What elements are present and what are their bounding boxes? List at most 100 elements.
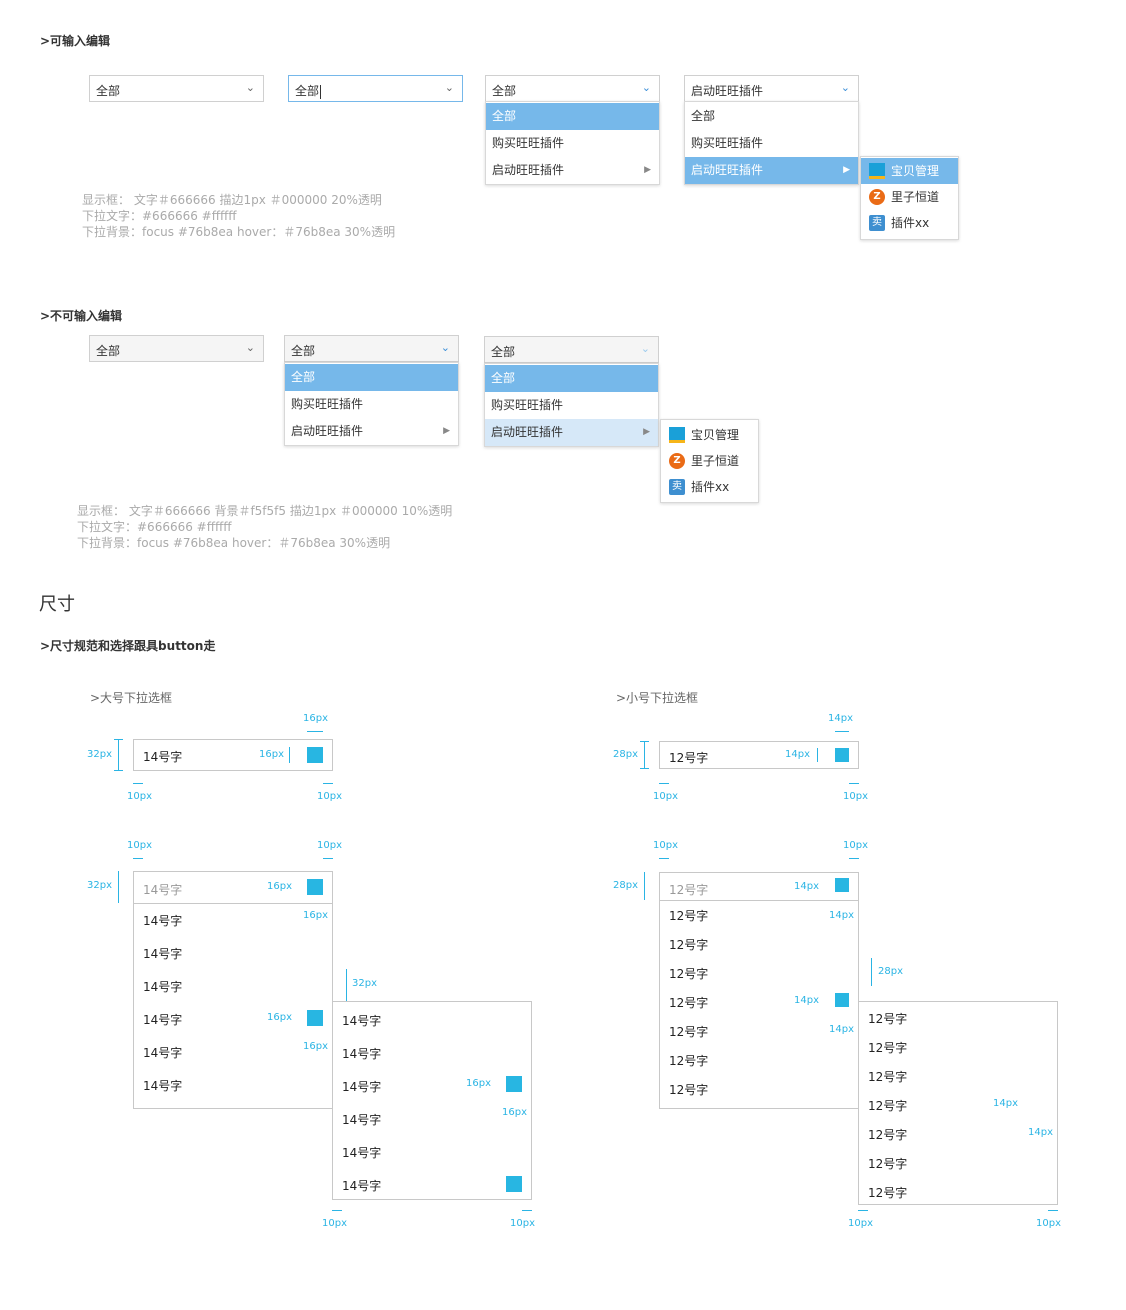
list-item: 12号字 bbox=[868, 1128, 908, 1142]
chevron-down-icon: ⌄ bbox=[440, 341, 450, 354]
submenu-item[interactable]: 卖插件xx bbox=[661, 474, 758, 500]
menu-item[interactable]: 购买旺旺插件 bbox=[285, 391, 458, 418]
menu-item[interactable]: 购买旺旺插件 bbox=[485, 392, 658, 419]
dim-padding-right: 10px bbox=[843, 840, 868, 851]
list-item: 12号字 bbox=[868, 1186, 908, 1200]
list-item: 14号字 bbox=[342, 1014, 382, 1028]
menu-item-submenu[interactable]: 启动旺旺插件 ▶ bbox=[685, 157, 858, 184]
small-dropdown-spec: 12号字 12号字 12号字 12号字 12号字 12号字 12号字 12号字 bbox=[659, 872, 859, 1109]
section-readonly-title: >不可输入编辑 bbox=[40, 309, 123, 323]
editable-select-open[interactable]: 全部 ⌄ bbox=[485, 75, 660, 102]
editable-spec: 显示框： 文字＃666666 描边1px ＃000000 20%透明 下拉文字：… bbox=[82, 192, 395, 240]
dim-line bbox=[289, 747, 290, 763]
dim-icon-height: 16px bbox=[259, 749, 284, 760]
dim-padding-left: 10px bbox=[127, 840, 152, 851]
menu-item-submenu[interactable]: 启动旺旺插件 ▶ bbox=[285, 418, 458, 445]
editable-select-default[interactable]: 全部 ⌄ bbox=[89, 75, 264, 102]
select-placeholder-text: 14号字 bbox=[143, 883, 183, 897]
dim-padding-right: 10px bbox=[317, 791, 342, 802]
menu-item[interactable]: 全部 bbox=[486, 103, 659, 130]
readonly-select-submenu-open[interactable]: 全部 ⌄ bbox=[484, 336, 659, 363]
dim-line bbox=[346, 969, 347, 1001]
list-item: 12号字 bbox=[868, 1070, 908, 1084]
list-item: 12号字 bbox=[868, 1157, 908, 1171]
list-item: 14号字 bbox=[342, 1047, 382, 1061]
caret-right-icon: ▶ bbox=[643, 427, 650, 437]
large-select-label: >大号下拉选框 bbox=[90, 691, 173, 705]
dim-line bbox=[323, 858, 333, 859]
size-section-subtitle: >尺寸规范和选择跟具button走 bbox=[40, 639, 216, 653]
list-item: 12号字 bbox=[669, 1083, 709, 1097]
dim-line bbox=[640, 768, 649, 769]
submenu-item[interactable]: 宝贝管理 bbox=[861, 158, 958, 184]
dim-padding-left: 10px bbox=[127, 791, 152, 802]
menu-item-submenu[interactable]: 启动旺旺插件 ▶ bbox=[485, 419, 658, 446]
dim-icon-width: 14px bbox=[828, 713, 853, 724]
dim-line bbox=[640, 741, 649, 742]
menu-item[interactable]: 全部 bbox=[285, 364, 458, 391]
menu-item[interactable]: 全部 bbox=[685, 103, 858, 130]
dropdown-icon-placeholder bbox=[307, 747, 323, 763]
dim-submenu-offset: 28px bbox=[878, 966, 903, 977]
submenu-icon-placeholder bbox=[506, 1176, 522, 1192]
list-item: 12号字 bbox=[669, 1025, 709, 1039]
select-value: 全部 bbox=[96, 84, 121, 98]
submenu-item[interactable]: 卖插件xx bbox=[861, 210, 958, 236]
chevron-down-icon: ⌄ bbox=[840, 81, 850, 94]
select-input[interactable]: 全部 bbox=[295, 82, 322, 99]
chevron-down-icon: ⌄ bbox=[640, 342, 650, 355]
readonly-submenu: 宝贝管理 Z 里子恒道 卖插件xx bbox=[660, 419, 759, 503]
editable-select-typing[interactable]: 全部 ⌄ bbox=[288, 75, 463, 102]
dim-icon-height: 14px bbox=[794, 995, 819, 1006]
dim-line bbox=[644, 872, 645, 900]
select-value: 启动旺旺插件 bbox=[691, 84, 764, 98]
list-item: 14号字 bbox=[143, 980, 183, 994]
dim-icon-width: 16px bbox=[303, 910, 328, 921]
dim-padding-right: 10px bbox=[510, 1218, 535, 1229]
dim-icon-width: 16px bbox=[303, 1041, 328, 1052]
divider bbox=[134, 903, 332, 904]
dropdown-icon-placeholder bbox=[835, 878, 849, 892]
list-item: 12号字 bbox=[669, 938, 709, 952]
dim-icon-width: 14px bbox=[829, 1024, 854, 1035]
section-editable-title: >可输入编辑 bbox=[40, 34, 111, 48]
select-text: 12号字 bbox=[669, 751, 709, 765]
large-dropdown-spec: 14号字 14号字 14号字 14号字 14号字 14号字 14号字 bbox=[133, 871, 333, 1109]
caret-right-icon: ▶ bbox=[644, 165, 651, 175]
dim-icon-height: 16px bbox=[466, 1078, 491, 1089]
spec-line: 显示框： 文字＃666666 描边1px ＃000000 20%透明 bbox=[82, 193, 382, 207]
submenu-item[interactable]: Z 里子恒道 bbox=[861, 184, 958, 210]
list-item: 12号字 bbox=[868, 1099, 908, 1113]
chevron-down-icon: ⌄ bbox=[245, 341, 255, 354]
dim-submenu-offset: 32px bbox=[352, 978, 377, 989]
list-item: 14号字 bbox=[143, 1046, 183, 1060]
select-value: 全部 bbox=[96, 344, 121, 358]
menu-item[interactable]: 全部 bbox=[485, 365, 658, 392]
list-item: 12号字 bbox=[669, 996, 709, 1010]
select-text: 14号字 bbox=[143, 750, 183, 764]
z-logo-icon: Z bbox=[869, 189, 885, 205]
dim-line bbox=[307, 731, 323, 732]
readonly-select-default[interactable]: 全部 ⌄ bbox=[89, 335, 264, 362]
submenu-item[interactable]: Z 里子恒道 bbox=[661, 448, 758, 474]
select-value: 全部 bbox=[491, 345, 516, 359]
dim-line bbox=[659, 783, 669, 784]
submenu-item[interactable]: 宝贝管理 bbox=[661, 422, 758, 448]
editable-select-submenu-open[interactable]: 启动旺旺插件 ⌄ bbox=[684, 75, 859, 102]
dim-line bbox=[849, 858, 859, 859]
package-icon bbox=[869, 163, 885, 179]
readonly-dropdown-menu: 全部 购买旺旺插件 启动旺旺插件 ▶ bbox=[284, 362, 459, 446]
menu-item-submenu[interactable]: 启动旺旺插件 ▶ bbox=[486, 157, 659, 184]
dropdown-icon-placeholder bbox=[307, 879, 323, 895]
dim-line bbox=[114, 739, 123, 740]
dim-line bbox=[659, 858, 669, 859]
spec-line: 下拉背景：focus #76b8ea hover：＃76b8ea 30%透明 bbox=[82, 225, 396, 239]
dim-height: 28px bbox=[613, 749, 638, 760]
dim-icon-height: 16px bbox=[267, 1012, 292, 1023]
dim-padding-right: 10px bbox=[317, 840, 342, 851]
editable-dropdown-menu: 全部 购买旺旺插件 启动旺旺插件 ▶ bbox=[684, 101, 859, 185]
menu-item[interactable]: 购买旺旺插件 bbox=[486, 130, 659, 157]
readonly-select-open[interactable]: 全部 ⌄ bbox=[284, 335, 459, 362]
dim-padding-left: 10px bbox=[848, 1218, 873, 1229]
menu-item[interactable]: 购买旺旺插件 bbox=[685, 130, 858, 157]
